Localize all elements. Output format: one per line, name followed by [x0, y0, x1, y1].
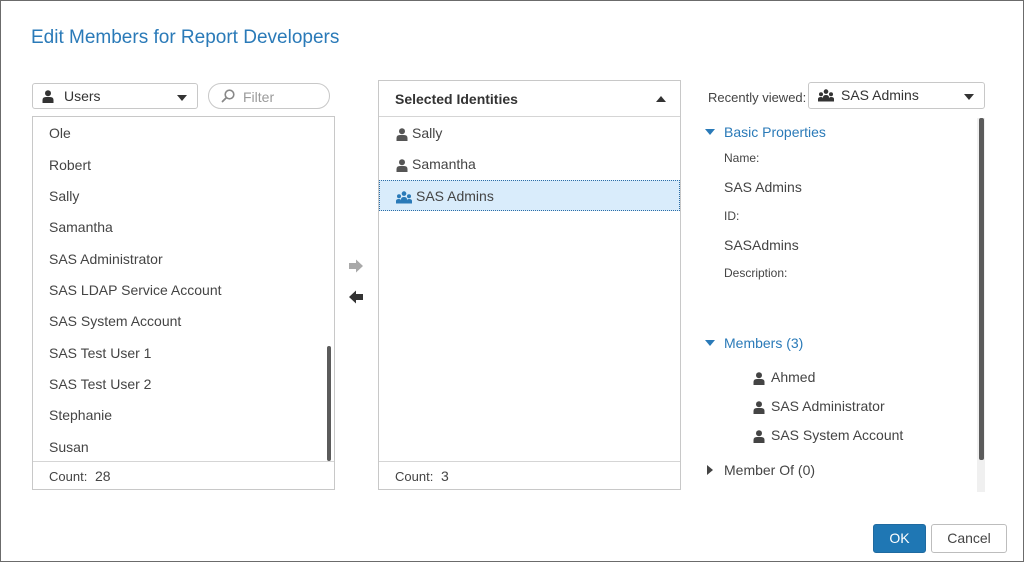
expand-right-icon: [707, 465, 713, 476]
list-item[interactable]: SAS Test User 1: [49, 343, 151, 363]
available-identities-list[interactable]: Ole Robert Sally Samantha SAS Administra…: [32, 116, 335, 490]
basic-properties-toggle[interactable]: Basic Properties: [705, 124, 826, 140]
selected-item-label: Samantha: [412, 156, 476, 172]
user-icon: [42, 90, 54, 103]
expand-down-icon: [705, 340, 715, 347]
member-item: SAS System Account: [753, 427, 903, 443]
edit-members-dialog: Edit Members for Report Developers Users…: [0, 0, 1024, 562]
scrollbar-thumb[interactable]: [979, 118, 984, 460]
user-icon: [753, 430, 765, 443]
list-item[interactable]: Stephanie: [49, 405, 112, 425]
chevron-down-icon: [177, 95, 187, 101]
count-value: 3: [440, 468, 449, 484]
list-item[interactable]: SAS Administrator: [49, 249, 163, 269]
member-item: Ahmed: [753, 369, 815, 385]
count-value: 28: [94, 468, 111, 484]
id-label: ID:: [724, 209, 740, 223]
user-icon: [396, 159, 408, 172]
identity-type-value: Users: [64, 88, 101, 104]
ok-button[interactable]: OK: [873, 524, 926, 553]
selected-count-bar: Count: 3: [379, 461, 680, 489]
user-icon: [753, 372, 765, 385]
list-item[interactable]: Susan: [49, 437, 89, 457]
count-label: Count:: [49, 469, 88, 484]
selected-item[interactable]: Samantha: [379, 149, 680, 180]
selected-identities-list[interactable]: Selected Identities Sally Samantha SAS A…: [378, 80, 681, 490]
name-value: SAS Admins: [724, 179, 802, 195]
list-item[interactable]: Ole: [49, 123, 71, 143]
list-item[interactable]: SAS Test User 2: [49, 374, 151, 394]
members-title: Members (3): [724, 335, 804, 351]
expand-down-icon: [705, 129, 715, 136]
dialog-title: Edit Members for Report Developers: [31, 27, 340, 48]
member-label: SAS Administrator: [771, 398, 885, 414]
recently-viewed-value: SAS Admins: [841, 87, 919, 103]
list-item[interactable]: Sally: [49, 186, 79, 206]
name-label: Name:: [724, 151, 760, 165]
list-item[interactable]: SAS System Account: [49, 311, 181, 331]
member-label: SAS System Account: [771, 427, 904, 443]
add-arrow-icon[interactable]: [348, 259, 364, 273]
basic-properties-title: Basic Properties: [724, 124, 826, 140]
search-icon: [221, 89, 235, 103]
group-icon: [818, 89, 834, 102]
count-label: Count:: [395, 469, 434, 484]
filter-field[interactable]: [208, 83, 330, 109]
remove-arrow-icon[interactable]: [348, 290, 364, 304]
selected-identities-header[interactable]: Selected Identities: [379, 81, 680, 117]
user-icon: [753, 401, 765, 414]
members-toggle[interactable]: Members (3): [705, 335, 803, 351]
member-item: SAS Administrator: [753, 398, 885, 414]
member-of-title: Member Of (0): [724, 462, 816, 478]
group-icon: [396, 191, 412, 204]
list-item[interactable]: Robert: [49, 155, 91, 175]
selected-identities-title: Selected Identities: [395, 91, 518, 107]
description-label: Description:: [724, 266, 788, 280]
cancel-button[interactable]: Cancel: [931, 524, 1007, 553]
user-icon: [396, 128, 408, 141]
list-item[interactable]: SAS LDAP Service Account: [49, 280, 222, 300]
selected-item-label: Sally: [412, 125, 443, 141]
sort-ascending-icon[interactable]: [656, 96, 666, 102]
recently-viewed-label: Recently viewed:: [708, 90, 807, 105]
selected-item[interactable]: SAS Admins: [379, 180, 680, 211]
selected-item[interactable]: Sally: [379, 118, 680, 149]
recently-viewed-dropdown[interactable]: SAS Admins: [808, 82, 985, 109]
identity-type-dropdown[interactable]: Users: [32, 83, 198, 109]
selected-item-label: SAS Admins: [416, 188, 494, 204]
available-count-bar: Count: 28: [33, 461, 334, 489]
list-scrollbar[interactable]: [327, 346, 331, 461]
filter-input[interactable]: [241, 88, 325, 106]
chevron-down-icon: [964, 94, 974, 100]
list-item[interactable]: Samantha: [49, 217, 113, 237]
member-label: Ahmed: [771, 369, 816, 385]
properties-scrollbar[interactable]: [977, 118, 985, 492]
member-of-toggle[interactable]: Member Of (0): [707, 462, 815, 478]
id-value: SASAdmins: [724, 237, 799, 253]
